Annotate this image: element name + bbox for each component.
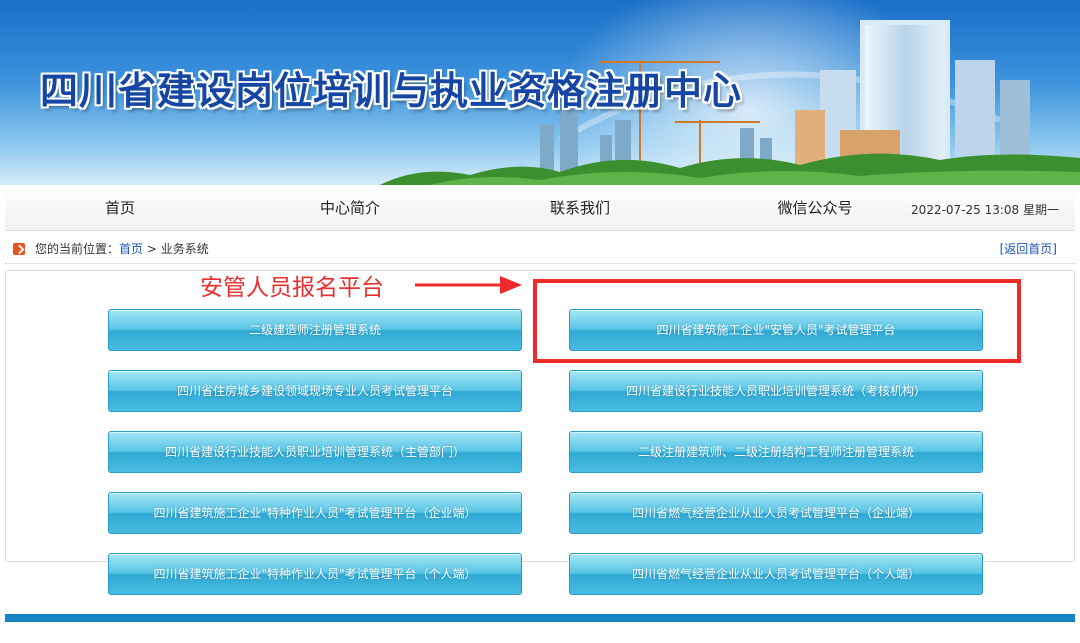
system-button-architect-engineer-registration[interactable]: 二级注册建筑师、二级注册结构工程师注册管理系统 <box>569 431 983 473</box>
breadcrumb: 您的当前位置：首页 > 业务系统 [返回首页] <box>5 234 1075 264</box>
system-button-skills-training-authority[interactable]: 四川省建设行业技能人员职业培训管理系统（主管部门） <box>108 431 522 473</box>
annotation-label: 安管人员报名平台 <box>200 275 384 301</box>
system-button-gas-individual[interactable]: 四川省燃气经营企业从业人员考试管理平台（个人端） <box>569 553 983 595</box>
site-title: 四川省建设岗位培训与执业资格注册中心 <box>40 69 743 113</box>
footer-bar <box>5 614 1075 622</box>
system-button-gas-enterprise[interactable]: 四川省燃气经营企业从业人员考试管理平台（企业端） <box>569 492 983 534</box>
system-button-skills-training-exam-org[interactable]: 四川省建设行业技能人员职业培训管理系统（考核机构） <box>569 370 983 412</box>
back-home-link[interactable]: [返回首页] <box>1000 234 1057 264</box>
system-button-special-operations-enterprise[interactable]: 四川省建筑施工企业"特种作业人员"考试管理平台（企业端） <box>108 492 522 534</box>
system-button-safety-manager-exam[interactable]: 四川省建筑施工企业"安管人员"考试管理平台 <box>569 309 983 351</box>
breadcrumb-separator: > <box>143 242 161 256</box>
breadcrumb-path: 您的当前位置：首页 > 业务系统 <box>35 234 209 264</box>
nav-contact[interactable]: 联系我们 <box>530 185 630 231</box>
breadcrumb-home-link[interactable]: 首页 <box>119 242 143 256</box>
current-datetime: 2022-07-25 13:08 星期一 <box>911 203 1059 217</box>
nav-wechat[interactable]: 微信公众号 <box>760 185 870 231</box>
nav-home[interactable]: 首页 <box>80 185 160 231</box>
annotation-arrow-icon <box>415 276 522 294</box>
system-button-secondary-constructor[interactable]: 二级建造师注册管理系统 <box>108 309 522 351</box>
header-banner: 四川省建设岗位培训与执业资格注册中心 <box>0 0 1080 185</box>
breadcrumb-prefix: 您的当前位置： <box>35 242 120 256</box>
breadcrumb-current: 业务系统 <box>160 242 209 256</box>
system-button-onsite-professional-exam[interactable]: 四川省住房城乡建设领域现场专业人员考试管理平台 <box>108 370 522 412</box>
system-button-special-operations-individual[interactable]: 四川省建筑施工企业"特种作业人员"考试管理平台（个人端） <box>108 553 522 595</box>
arrow-right-icon <box>13 243 25 255</box>
nav-about[interactable]: 中心简介 <box>300 185 400 231</box>
main-nav: 首页 中心简介 联系我们 微信公众号 2022-07-25 13:08 星期一 <box>5 185 1075 231</box>
